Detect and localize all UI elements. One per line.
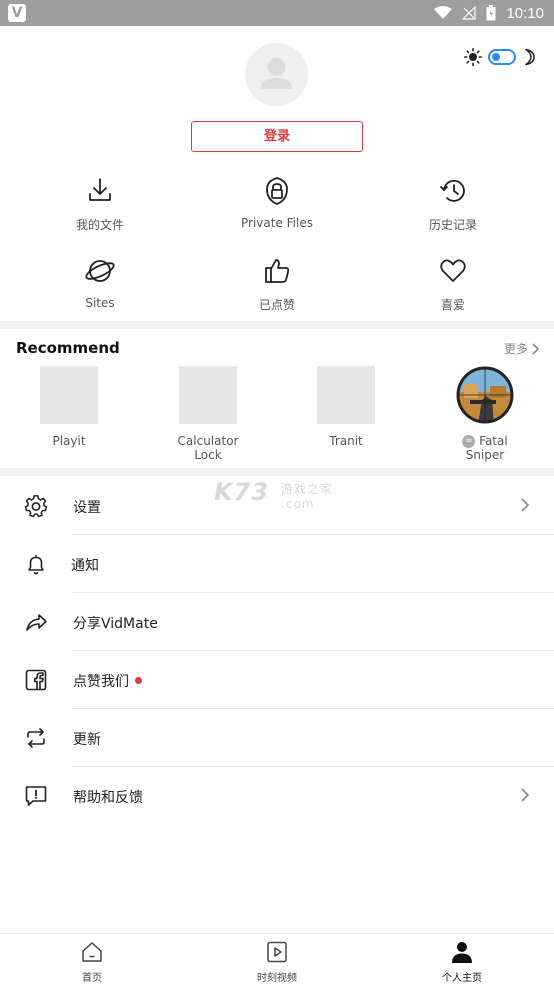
menu-item-settings[interactable]: 设置: [0, 477, 554, 535]
site-watermark: K73 游戏之家 .com: [214, 478, 334, 511]
menu-item-label: 分享VidMate: [73, 616, 158, 632]
app-name: Tranit: [329, 434, 363, 448]
menu-item-label: 设置: [73, 500, 101, 516]
menu-item-label: 通知: [71, 558, 99, 574]
quick-action-sites[interactable]: Sites: [25, 256, 175, 310]
quick-action-label: 我的文件: [75, 218, 124, 232]
dark-mode-switch[interactable]: [488, 49, 516, 65]
app-name: Playit: [52, 434, 86, 448]
thumbs-up-icon: [265, 259, 290, 283]
bell-icon: [28, 555, 44, 575]
quick-action-label: 历史记录: [428, 218, 477, 232]
app-thumbnail: [317, 366, 375, 424]
nav-tab-home[interactable]: 首页: [42, 940, 142, 984]
chevron-right-icon: [532, 342, 540, 355]
app-thumbnail: [179, 366, 237, 424]
person-icon: [452, 942, 472, 963]
nav-label: 个人主页: [442, 973, 482, 984]
status-bar: V 10:10: [0, 0, 554, 26]
quick-action-history[interactable]: 历史记录: [378, 176, 528, 233]
history-icon: [440, 179, 465, 202]
planet-icon: [85, 260, 115, 282]
link-icon: ∞: [462, 435, 476, 448]
menu-item-like-us[interactable]: 点赞我们: [0, 651, 554, 709]
more-label: 更多: [503, 342, 528, 356]
menu-item-label: 点赞我们: [73, 671, 142, 691]
menu-item-update[interactable]: 更新: [0, 709, 554, 767]
download-icon: [89, 178, 111, 201]
theme-toggle[interactable]: [464, 48, 536, 66]
switch-knob: [492, 53, 500, 61]
chevron-right-icon: [521, 498, 530, 512]
settings-menu: 设置 通知 分享VidMate 点赞我们 更新 帮助和反馈: [0, 477, 554, 825]
menu-item-label: 更新: [73, 732, 101, 748]
menu-item-help-feedback[interactable]: 帮助和反馈: [0, 767, 554, 825]
nav-label: 首页: [82, 973, 102, 984]
avatar[interactable]: [245, 43, 308, 106]
quick-action-label: Sites: [85, 296, 115, 310]
section-separator: [0, 468, 554, 476]
quick-action-label: 喜爱: [440, 298, 465, 312]
nav-label: 时刻视频: [257, 973, 297, 984]
nav-tab-moments-video[interactable]: 时刻视频: [227, 940, 327, 984]
app-name: ∞ Fatal Sniper: [435, 434, 535, 462]
notification-dot: [135, 676, 142, 684]
heart-icon: [440, 259, 466, 282]
vidmate-logo-icon: V: [8, 4, 26, 22]
lock-icon: [266, 177, 288, 205]
quick-action-favorites[interactable]: 喜爱: [378, 256, 528, 313]
menu-item-notifications[interactable]: 通知: [0, 535, 554, 593]
home-icon: [82, 942, 102, 962]
recommend-app-playit[interactable]: Playit: [19, 366, 119, 448]
menu-item-share[interactable]: 分享VidMate: [0, 593, 554, 651]
more-link[interactable]: 更多: [504, 340, 540, 357]
quick-action-private-files[interactable]: Private Files: [202, 176, 352, 230]
gear-icon: [24, 495, 48, 518]
refresh-icon: [27, 728, 45, 748]
battery-icon: [486, 5, 496, 21]
nav-tab-profile[interactable]: 个人主页: [412, 940, 512, 984]
moon-icon: [525, 48, 535, 66]
wifi-icon: [434, 6, 453, 19]
recommend-app-fatal-sniper[interactable]: ∞ Fatal Sniper: [435, 366, 535, 462]
app-name: Calculator Lock: [177, 434, 239, 462]
avatar-placeholder-icon: [261, 58, 292, 89]
recommend-app-tranit[interactable]: Tranit: [296, 366, 396, 448]
recommend-section: Recommend 更多 Playit Calculator Lock Trani…: [0, 329, 554, 468]
menu-item-label: 帮助和反馈: [73, 790, 143, 806]
recommend-app-calculator-lock[interactable]: Calculator Lock: [158, 366, 258, 462]
quick-action-liked[interactable]: 已点赞: [202, 256, 352, 313]
sun-icon: [464, 48, 482, 66]
facebook-icon: [25, 669, 47, 691]
chevron-right-icon: [521, 788, 530, 802]
profile-section: 登录 我的文件 Private Files 历史记录 Sites 已点赞 喜爱: [0, 26, 554, 321]
recommend-title: Recommend: [16, 339, 120, 357]
app-thumbnail: [40, 366, 98, 424]
bottom-navigation: 首页 时刻视频 个人主页: [0, 933, 554, 986]
quick-action-label: Private Files: [241, 216, 313, 230]
login-button[interactable]: 登录: [191, 121, 363, 152]
share-icon: [26, 614, 47, 631]
feedback-icon: [25, 786, 47, 806]
quick-action-my-files[interactable]: 我的文件: [25, 176, 175, 233]
video-icon: [267, 941, 287, 963]
quick-action-label: 已点赞: [258, 298, 295, 312]
clock: 10:10: [506, 4, 544, 22]
section-separator: [0, 321, 554, 329]
no-signal-icon: [462, 6, 477, 20]
game-thumbnail-icon: [456, 366, 514, 424]
